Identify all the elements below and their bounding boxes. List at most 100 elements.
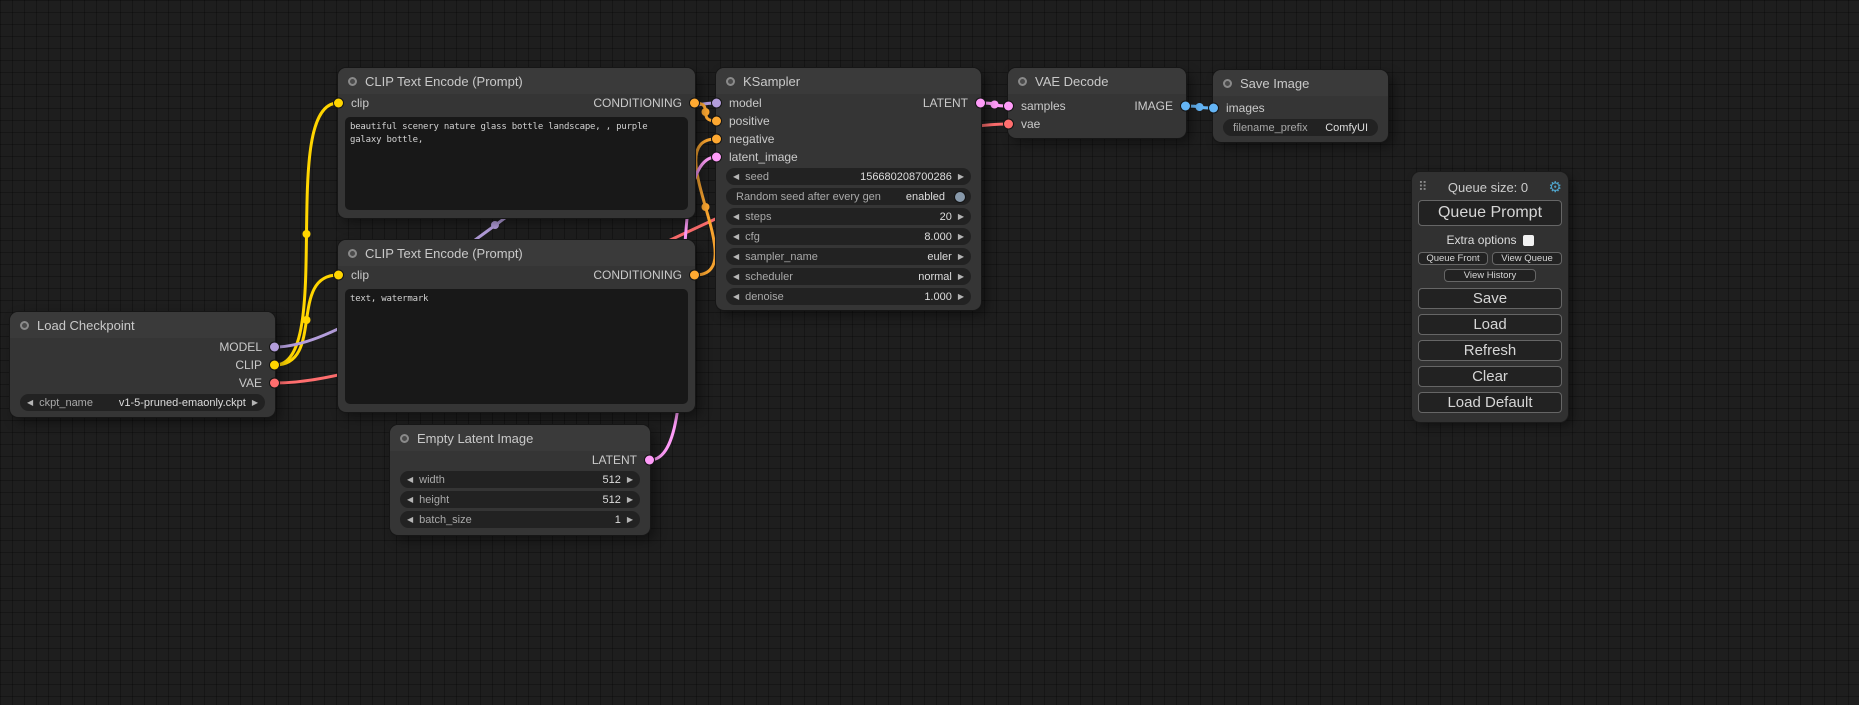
increment-arrow-icon[interactable]: ▶ [958, 273, 964, 281]
node-vae-decode[interactable]: VAE Decode samples IMAGE vae [1008, 68, 1186, 138]
cfg-widget[interactable]: ◀ cfg 8.000 ▶ [726, 228, 971, 245]
increment-arrow-icon[interactable]: ▶ [958, 213, 964, 221]
load-default-button[interactable]: Load Default [1418, 392, 1562, 413]
settings-gear-icon[interactable]: ⚙ [1549, 178, 1562, 196]
input-slot-clip[interactable] [334, 99, 343, 108]
input-slot-latent-image[interactable] [712, 153, 721, 162]
node-title: Load Checkpoint [37, 318, 135, 333]
negative-prompt-textarea[interactable]: text, watermark [345, 289, 688, 404]
graph-canvas[interactable]: Load Checkpoint MODEL CLIP VAE ◀ ckpt_na… [0, 0, 1859, 705]
collapse-dot-icon[interactable] [726, 77, 735, 86]
increment-arrow-icon[interactable]: ▶ [958, 173, 964, 181]
node-titlebar[interactable]: KSampler [716, 68, 981, 94]
widget-value: 156680208700286 [860, 171, 952, 183]
decrement-arrow-icon[interactable]: ◀ [27, 399, 33, 407]
node-clip-text-encode-positive[interactable]: CLIP Text Encode (Prompt) clip CONDITION… [338, 68, 695, 218]
widget-value: v1-5-pruned-emaonly.ckpt [119, 397, 246, 409]
node-titlebar[interactable]: Load Checkpoint [10, 312, 275, 338]
input-slot-model[interactable] [712, 99, 721, 108]
input-slot-positive[interactable] [712, 117, 721, 126]
decrement-arrow-icon[interactable]: ◀ [733, 293, 739, 301]
collapse-dot-icon[interactable] [348, 249, 357, 258]
increment-arrow-icon[interactable]: ▶ [958, 293, 964, 301]
node-ksampler[interactable]: KSampler model LATENT positive negative … [716, 68, 981, 310]
steps-widget[interactable]: ◀ steps 20 ▶ [726, 208, 971, 225]
filename-prefix-widget[interactable]: filename_prefix ComfyUI [1223, 119, 1378, 136]
output-slot-conditioning[interactable] [690, 271, 699, 280]
increment-arrow-icon[interactable]: ▶ [958, 253, 964, 261]
input-slot-images[interactable] [1209, 104, 1218, 113]
ckpt-name-widget[interactable]: ◀ ckpt_name v1-5-pruned-emaonly.ckpt ▶ [20, 394, 265, 411]
positive-prompt-textarea[interactable]: beautiful scenery nature glass bottle la… [345, 117, 688, 210]
output-slot-latent[interactable] [645, 456, 654, 465]
output-label-clip: CLIP [235, 358, 262, 372]
collapse-dot-icon[interactable] [1018, 77, 1027, 86]
decrement-arrow-icon[interactable]: ◀ [733, 253, 739, 261]
output-slot-model[interactable] [270, 343, 279, 352]
slot-row: latent_image [716, 148, 981, 166]
queue-prompt-button[interactable]: Queue Prompt [1418, 200, 1562, 226]
width-widget[interactable]: ◀ width 512 ▶ [400, 471, 640, 488]
output-slot-vae[interactable] [270, 379, 279, 388]
denoise-widget[interactable]: ◀ denoise 1.000 ▶ [726, 288, 971, 305]
view-queue-button[interactable]: View Queue [1492, 252, 1562, 265]
decrement-arrow-icon[interactable]: ◀ [407, 476, 413, 484]
node-clip-text-encode-negative[interactable]: CLIP Text Encode (Prompt) clip CONDITION… [338, 240, 695, 412]
increment-arrow-icon[interactable]: ▶ [627, 516, 633, 524]
node-title: CLIP Text Encode (Prompt) [365, 74, 523, 89]
wire-clip-to-negative-prompt [275, 275, 338, 365]
node-titlebar[interactable]: CLIP Text Encode (Prompt) [338, 68, 695, 94]
refresh-button[interactable]: Refresh [1418, 340, 1562, 361]
save-button[interactable]: Save [1418, 288, 1562, 309]
decrement-arrow-icon[interactable]: ◀ [733, 213, 739, 221]
node-load-checkpoint[interactable]: Load Checkpoint MODEL CLIP VAE ◀ ckpt_na… [10, 312, 275, 417]
node-save-image[interactable]: Save Image images filename_prefix ComfyU… [1213, 70, 1388, 142]
node-titlebar[interactable]: Empty Latent Image [390, 425, 650, 451]
node-titlebar[interactable]: VAE Decode [1008, 68, 1186, 94]
drag-handle-icon[interactable]: ⠿ [1418, 179, 1428, 195]
decrement-arrow-icon[interactable]: ◀ [733, 233, 739, 241]
collapse-dot-icon[interactable] [400, 434, 409, 443]
output-label-image: IMAGE [1134, 99, 1173, 113]
widget-value: 512 [602, 494, 620, 506]
output-label-latent: LATENT [592, 453, 637, 467]
view-history-button[interactable]: View History [1444, 269, 1536, 282]
input-label-clip: clip [351, 268, 369, 282]
scheduler-widget[interactable]: ◀ scheduler normal ▶ [726, 268, 971, 285]
extra-options-checkbox[interactable] [1523, 235, 1534, 246]
decrement-arrow-icon[interactable]: ◀ [407, 496, 413, 504]
output-slot-conditioning[interactable] [690, 99, 699, 108]
slot-row: clip CONDITIONING [338, 266, 695, 284]
decrement-arrow-icon[interactable]: ◀ [733, 273, 739, 281]
increment-arrow-icon[interactable]: ▶ [627, 476, 633, 484]
seed-widget[interactable]: ◀ seed 156680208700286 ▶ [726, 168, 971, 185]
wire-clip-to-positive-prompt [275, 103, 338, 365]
node-titlebar[interactable]: CLIP Text Encode (Prompt) [338, 240, 695, 266]
collapse-dot-icon[interactable] [348, 77, 357, 86]
queue-menu-panel: ⠿ Queue size: 0 ⚙ Queue Prompt Extra opt… [1412, 172, 1568, 422]
increment-arrow-icon[interactable]: ▶ [958, 233, 964, 241]
collapse-dot-icon[interactable] [20, 321, 29, 330]
load-button[interactable]: Load [1418, 314, 1562, 335]
sampler-name-widget[interactable]: ◀ sampler_name euler ▶ [726, 248, 971, 265]
node-empty-latent-image[interactable]: Empty Latent Image LATENT ◀ width 512 ▶ … [390, 425, 650, 535]
input-slot-negative[interactable] [712, 135, 721, 144]
collapse-dot-icon[interactable] [1223, 79, 1232, 88]
decrement-arrow-icon[interactable]: ◀ [733, 173, 739, 181]
queue-front-button[interactable]: Queue Front [1418, 252, 1488, 265]
input-slot-clip[interactable] [334, 271, 343, 280]
height-widget[interactable]: ◀ height 512 ▶ [400, 491, 640, 508]
increment-arrow-icon[interactable]: ▶ [627, 496, 633, 504]
increment-arrow-icon[interactable]: ▶ [252, 399, 258, 407]
input-slot-vae[interactable] [1004, 120, 1013, 129]
output-slot-clip[interactable] [270, 361, 279, 370]
node-titlebar[interactable]: Save Image [1213, 70, 1388, 96]
decrement-arrow-icon[interactable]: ◀ [407, 516, 413, 524]
output-slot-latent[interactable] [976, 99, 985, 108]
input-slot-samples[interactable] [1004, 102, 1013, 111]
batch-size-widget[interactable]: ◀ batch_size 1 ▶ [400, 511, 640, 528]
random-seed-widget[interactable]: Random seed after every gen enabled [726, 188, 971, 205]
clear-button[interactable]: Clear [1418, 366, 1562, 387]
output-slot-image[interactable] [1181, 102, 1190, 111]
random-seed-toggle-icon[interactable] [955, 192, 965, 202]
